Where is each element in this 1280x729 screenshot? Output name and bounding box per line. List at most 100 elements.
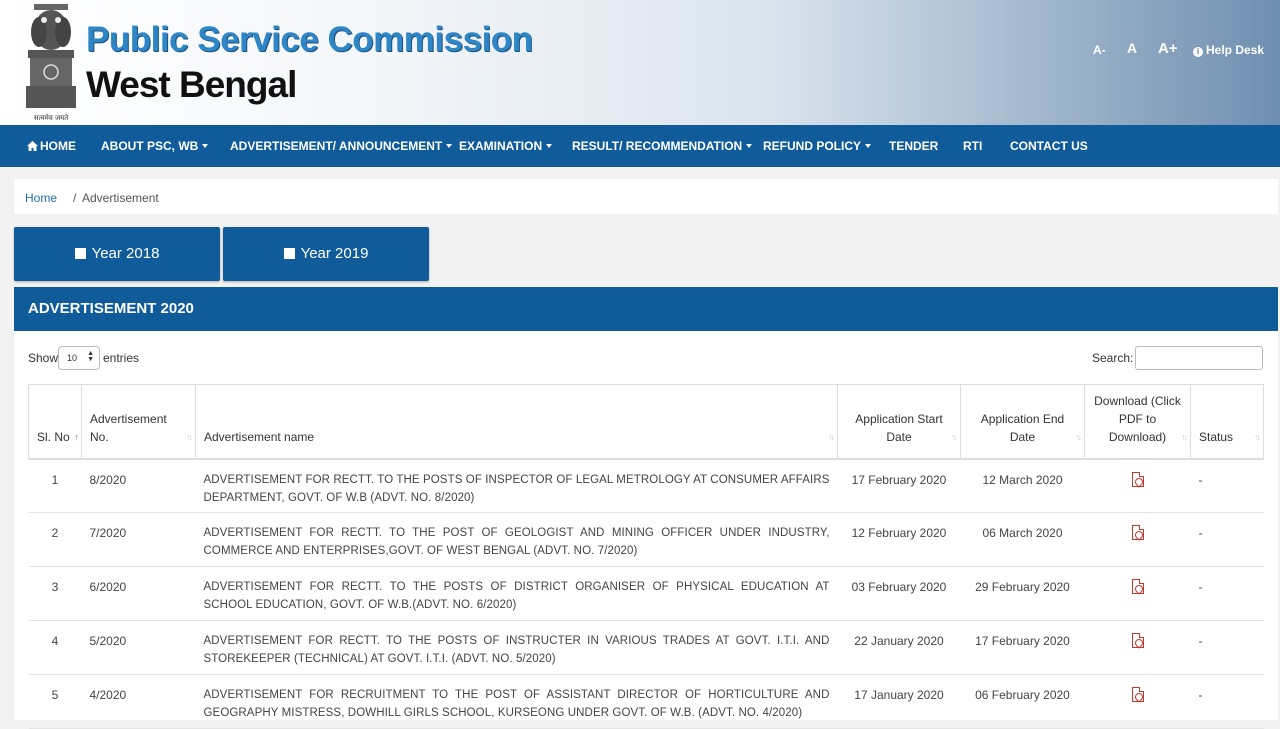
col-end-date[interactable]: Application End Date ↑↓ (960, 384, 1085, 460)
nav-advertisement-label: ADVERTISEMENT/ ANNOUNCEMENT (230, 139, 443, 153)
search-input[interactable] (1135, 346, 1263, 370)
year-2019-label: Year 2019 (300, 245, 369, 262)
chevron-down-icon (746, 144, 753, 148)
nav-refund-policy[interactable]: REFUND POLICY (763, 125, 872, 167)
cell-start-date: 22 January 2020 (837, 620, 961, 675)
col-status-label: Status (1199, 429, 1234, 444)
nav-about-label: ABOUT PSC, WB (101, 139, 199, 153)
sort-icon: ↑↓ (1075, 431, 1082, 442)
nav-rti[interactable]: RTI (963, 125, 982, 167)
cell-adv-name: ADVERTISEMENT FOR RECTT. TO THE POSTS OF… (195, 458, 838, 513)
col-status[interactable]: Status ↑↓ (1190, 384, 1264, 460)
cell-status: - (1190, 512, 1264, 567)
nav-result[interactable]: RESULT/ RECOMMENDATION (572, 125, 753, 167)
pdf-icon[interactable] (1131, 633, 1144, 648)
col-adv-name-label: Advertisement name (204, 429, 315, 444)
cell-end-date: 29 February 2020 (960, 566, 1085, 621)
pdf-icon[interactable] (1131, 525, 1144, 540)
breadcrumb-current: Advertisement (82, 191, 159, 205)
nav-about[interactable]: ABOUT PSC, WB (101, 125, 209, 167)
sort-icon: ↑↓ (1254, 431, 1261, 442)
cell-adv-no: 4/2020 (81, 674, 196, 729)
nav-tender[interactable]: TENDER (889, 125, 938, 167)
breadcrumb: Home / Advertisement (14, 179, 1278, 214)
cell-sl: 3 (28, 566, 82, 621)
col-end-date-label: Application End Date (980, 411, 1065, 444)
select-arrows-icon: ▲ ▼ (87, 350, 94, 363)
col-start-date[interactable]: Application Start Date ↑↓ (837, 384, 961, 460)
cell-status: - (1190, 620, 1264, 675)
cell-download (1084, 512, 1191, 567)
site-title-line1: Public Service Commission (86, 20, 533, 59)
nav-examination[interactable]: EXAMINATION (459, 125, 553, 167)
nav-result-label: RESULT/ RECOMMENDATION (572, 139, 743, 153)
nav-contact-us[interactable]: CONTACT US (1010, 125, 1088, 167)
panel-title: ADVERTISEMENT 2020 (14, 287, 1278, 331)
cell-adv-no: 5/2020 (81, 620, 196, 675)
sort-icon: ↑↓ (828, 431, 835, 442)
cell-status: - (1190, 566, 1264, 621)
sort-icon: ↑↓ (1181, 431, 1188, 442)
cell-adv-no: 6/2020 (81, 566, 196, 621)
cell-status: - (1190, 458, 1264, 513)
chevron-down-icon (865, 144, 872, 148)
advertisement-panel: ADVERTISEMENT 2020 Show 10 ▲ ▼ entries Se… (14, 287, 1278, 729)
cell-start-date: 17 January 2020 (837, 674, 961, 729)
entries-select[interactable]: 10 ▲ ▼ (58, 346, 100, 370)
cell-adv-name: ADVERTISEMENT FOR RECTT. TO THE POSTS OF… (195, 620, 838, 675)
cell-download (1084, 674, 1191, 729)
cell-status: - (1190, 674, 1264, 729)
font-normal-button[interactable]: A (1127, 40, 1137, 56)
sort-icon: ↑↓ (186, 431, 193, 442)
help-desk-link[interactable]: i Help Desk (1193, 43, 1264, 57)
nav-refund-label: REFUND POLICY (763, 139, 862, 153)
cell-sl: 4 (28, 620, 82, 675)
nav-home[interactable]: HOME (27, 125, 76, 167)
breadcrumb-home-link[interactable]: Home (25, 191, 57, 205)
cell-end-date: 06 February 2020 (960, 674, 1085, 729)
table-header-row: Sl. No ↑ Advertisement No. ↑↓ Advertisemen… (28, 384, 1264, 460)
cell-sl: 2 (28, 512, 82, 567)
chevron-down-icon (546, 144, 553, 148)
cell-sl: 5 (28, 674, 82, 729)
col-start-date-label: Application Start Date (855, 411, 943, 444)
cell-end-date: 12 March 2020 (960, 458, 1085, 513)
info-icon: i (1193, 47, 1203, 57)
col-sl-no[interactable]: Sl. No ↑ (28, 384, 82, 460)
sort-asc-icon: ↑ (74, 431, 79, 442)
pdf-icon[interactable] (1131, 687, 1144, 702)
home-icon (27, 141, 38, 151)
year-2019-button[interactable]: Year 2019 (223, 227, 429, 281)
col-sl-no-label: Sl. No (37, 429, 70, 444)
cell-download (1084, 458, 1191, 513)
pdf-icon[interactable] (1131, 471, 1144, 487)
entries-label: entries (103, 351, 140, 365)
svg-text:सत्यमेव जयते: सत्यमेव जयते (34, 113, 69, 122)
table-row: 2 7/2020 ADVERTISEMENT FOR RECTT. TO THE… (28, 512, 1264, 567)
nav-home-label: HOME (40, 139, 76, 153)
sort-icon: ↑↓ (951, 431, 958, 442)
col-download[interactable]: Download (Click PDF to Download) ↑↓ (1084, 384, 1191, 460)
help-desk-label: Help Desk (1206, 43, 1265, 57)
col-download-label: Download (Click PDF to Download) (1094, 393, 1181, 444)
cell-adv-no: 7/2020 (81, 512, 196, 567)
col-adv-name[interactable]: Advertisement name ↑↓ (195, 384, 838, 460)
pdf-icon[interactable] (1131, 579, 1144, 594)
site-title-line2: West Bengal (86, 64, 297, 105)
year-2018-button[interactable]: Year 2018 (14, 227, 220, 281)
year-2018-label: Year 2018 (91, 245, 160, 262)
cell-end-date: 06 March 2020 (960, 512, 1085, 567)
main-nav: HOME ABOUT PSC, WB ADVERTISEMENT/ ANNOUN… (0, 125, 1280, 167)
cell-adv-name: ADVERTISEMENT FOR RECTT. TO THE POSTS OF… (195, 566, 838, 621)
site-header: सत्यमेव जयते Public Service Commission W… (0, 0, 1280, 125)
advertisement-table: Sl. No ↑ Advertisement No. ↑↓ Advertisemen… (28, 384, 1264, 729)
nav-advertisement[interactable]: ADVERTISEMENT/ ANNOUNCEMENT (230, 125, 453, 167)
national-emblem-logo: सत्यमेव जयते (26, 4, 76, 122)
font-increase-button[interactable]: A+ (1158, 40, 1178, 57)
cell-download (1084, 620, 1191, 675)
calendar-icon (283, 248, 295, 259)
cell-adv-name: ADVERTISEMENT FOR RECRUITMENT TO THE POS… (195, 674, 838, 729)
col-adv-no[interactable]: Advertisement No. ↑↓ (81, 384, 196, 460)
font-decrease-button[interactable]: A- (1093, 43, 1106, 57)
cell-sl: 1 (28, 458, 82, 513)
